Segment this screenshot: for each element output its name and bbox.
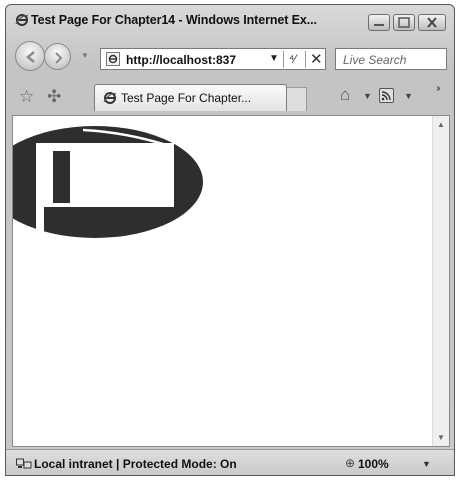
address-dropdown-icon[interactable]: ▼ (269, 53, 279, 64)
feeds-icon[interactable] (379, 88, 394, 103)
more-commands-icon[interactable]: ›› (436, 83, 440, 94)
vertical-scrollbar[interactable]: ▲ ▼ (432, 116, 449, 446)
favorites-star-icon[interactable]: ☆ (19, 87, 34, 107)
tab-test-page[interactable]: Test Page For Chapter... (94, 84, 287, 111)
search-box[interactable]: Live Search (335, 48, 447, 70)
security-zone-text: Local intranet | Protected Mode: On (34, 457, 237, 471)
tab-title: Test Page For Chapter... (121, 91, 252, 105)
refresh-icon[interactable]: ⁴⁄ (289, 52, 296, 66)
rss-icon (381, 91, 391, 101)
dark-inner-block (53, 151, 70, 203)
window-title: Test Page For Chapter14 - Windows Intern… (31, 13, 317, 27)
scroll-down-icon[interactable]: ▼ (437, 433, 445, 442)
local-intranet-icon (16, 458, 32, 469)
maximize-icon (398, 17, 410, 28)
forward-button[interactable] (44, 43, 71, 70)
zoom-level[interactable]: 100% (358, 457, 389, 471)
minimize-button[interactable] (368, 14, 390, 31)
recent-pages-dropdown[interactable]: ▼ (81, 51, 89, 60)
divider (283, 51, 284, 68)
close-icon (427, 17, 437, 28)
browser-window: Test Page For Chapter14 - Windows Intern… (5, 4, 455, 476)
page-graphic (13, 126, 203, 238)
navigation-bar: ▼ http://localhost:837 ▼ ⁴⁄ ✕ Live Searc… (6, 37, 454, 77)
close-button[interactable] (418, 14, 446, 31)
page-content: ▲ ▼ (12, 115, 450, 447)
home-dropdown-icon[interactable]: ▼ (363, 91, 372, 101)
back-arrow-icon (26, 51, 35, 63)
home-icon[interactable]: ⌂ (340, 85, 350, 105)
zoom-dropdown-icon[interactable]: ▼ (422, 459, 431, 469)
stop-icon[interactable]: ✕ (310, 50, 323, 68)
maximize-button[interactable] (393, 14, 415, 31)
tab-ie-icon (103, 92, 117, 104)
back-button[interactable] (15, 41, 45, 71)
status-bar: Local intranet | Protected Mode: On ⊕ 10… (6, 449, 454, 475)
page-ie-icon (106, 52, 120, 66)
search-input[interactable]: Live Search (343, 53, 406, 67)
feeds-dropdown-icon[interactable]: ▼ (404, 91, 413, 101)
forward-arrow-icon (55, 52, 63, 64)
white-bar (36, 143, 44, 235)
divider (305, 51, 306, 68)
scroll-up-icon[interactable]: ▲ (437, 120, 445, 129)
address-bar[interactable]: http://localhost:837 ▼ ⁴⁄ ✕ (100, 48, 326, 70)
zoom-icon[interactable]: ⊕ (345, 456, 355, 470)
title-bar: Test Page For Chapter14 - Windows Intern… (6, 5, 454, 35)
tab-bar: ☆ ✣ Test Page For Chapter... ⌂ ▼ ▼ ›› (6, 81, 454, 113)
ie-logo-icon (15, 14, 29, 26)
minimize-icon (374, 24, 384, 26)
address-input[interactable]: http://localhost:837 (126, 53, 236, 67)
new-tab-button[interactable] (287, 87, 307, 111)
add-favorites-icon[interactable]: ✣ (47, 87, 61, 107)
